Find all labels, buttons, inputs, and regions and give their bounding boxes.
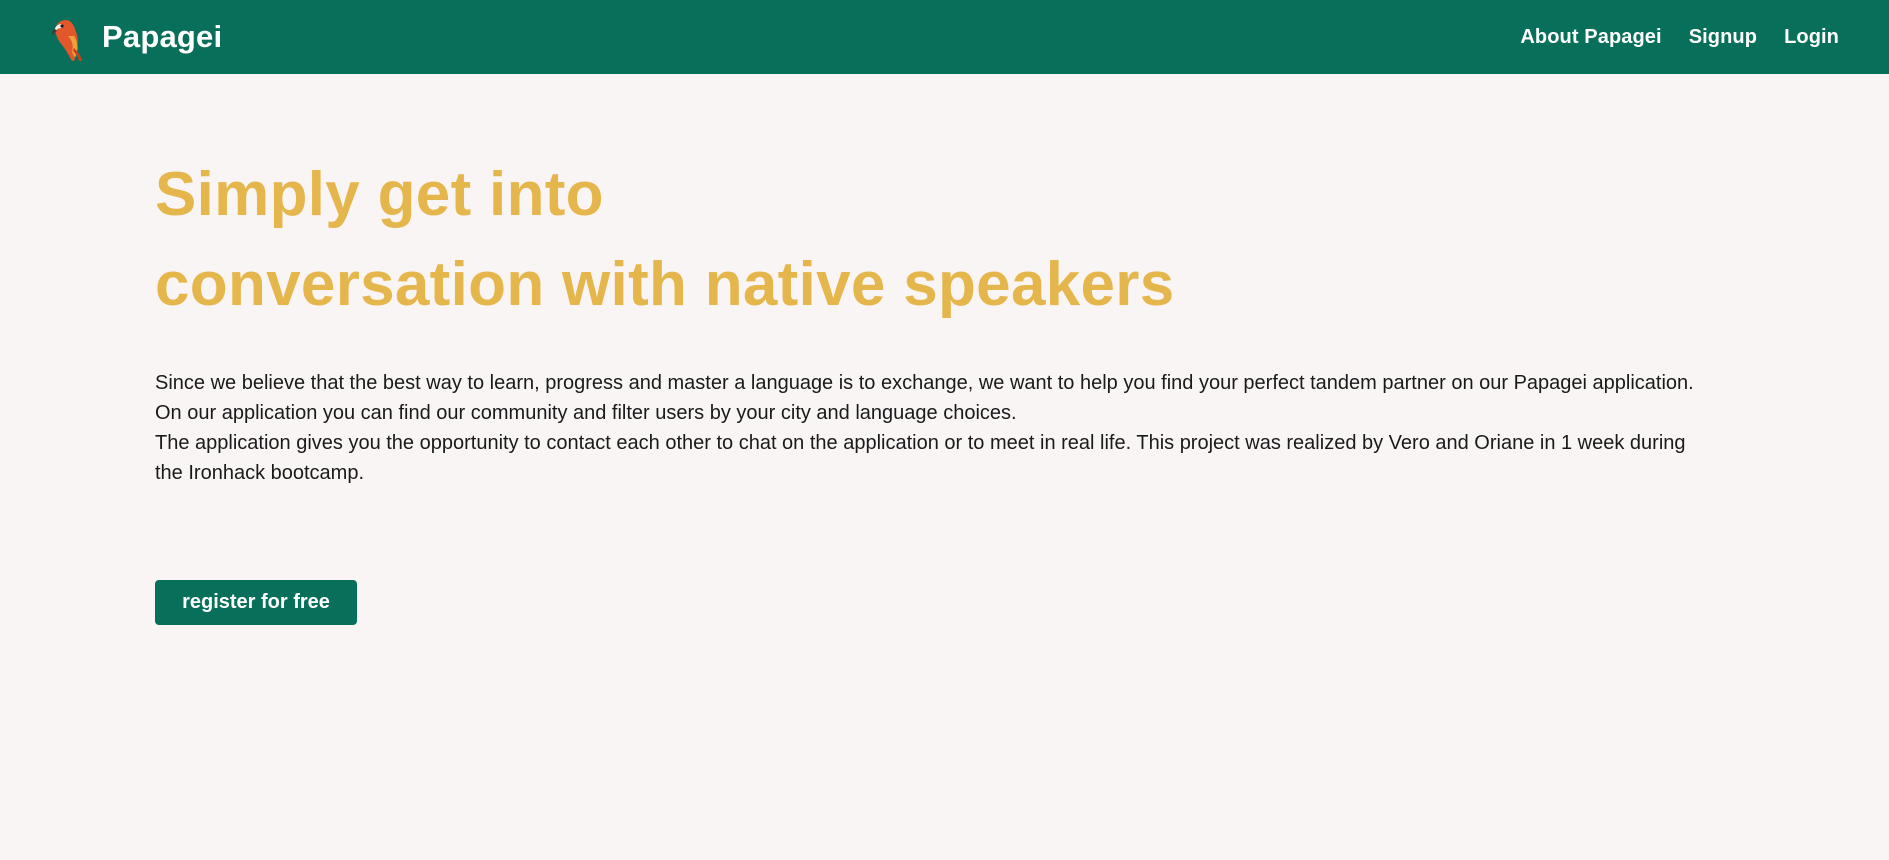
hero-title-line-2: conversation with native speakers bbox=[155, 250, 1175, 319]
hero-title-line-1: Simply get into bbox=[155, 160, 604, 229]
nav-signup-link[interactable]: Signup bbox=[1689, 26, 1757, 49]
hero-paragraph-2: On our application you can find our comm… bbox=[155, 402, 1017, 424]
register-button[interactable]: register for free bbox=[155, 580, 357, 625]
hero-paragraph-3: The application gives you the opportunit… bbox=[155, 432, 1686, 484]
hero-description: Since we believe that the best way to le… bbox=[155, 368, 1715, 488]
nav-login-link[interactable]: Login bbox=[1784, 26, 1839, 49]
nav-about-link[interactable]: About Papagei bbox=[1520, 26, 1661, 49]
hero-title: Simply get into conversation with native… bbox=[155, 150, 1735, 330]
hero-paragraph-1: Since we believe that the best way to le… bbox=[155, 372, 1694, 394]
navbar: Papagei About Papagei Signup Login bbox=[0, 0, 1889, 74]
brand-name: Papagei bbox=[102, 19, 223, 54]
parrot-icon bbox=[51, 20, 82, 61]
brand-link[interactable]: Papagei bbox=[48, 12, 222, 62]
hero-section: Simply get into conversation with native… bbox=[155, 150, 1735, 488]
nav-links: About Papagei Signup Login bbox=[1520, 26, 1839, 49]
